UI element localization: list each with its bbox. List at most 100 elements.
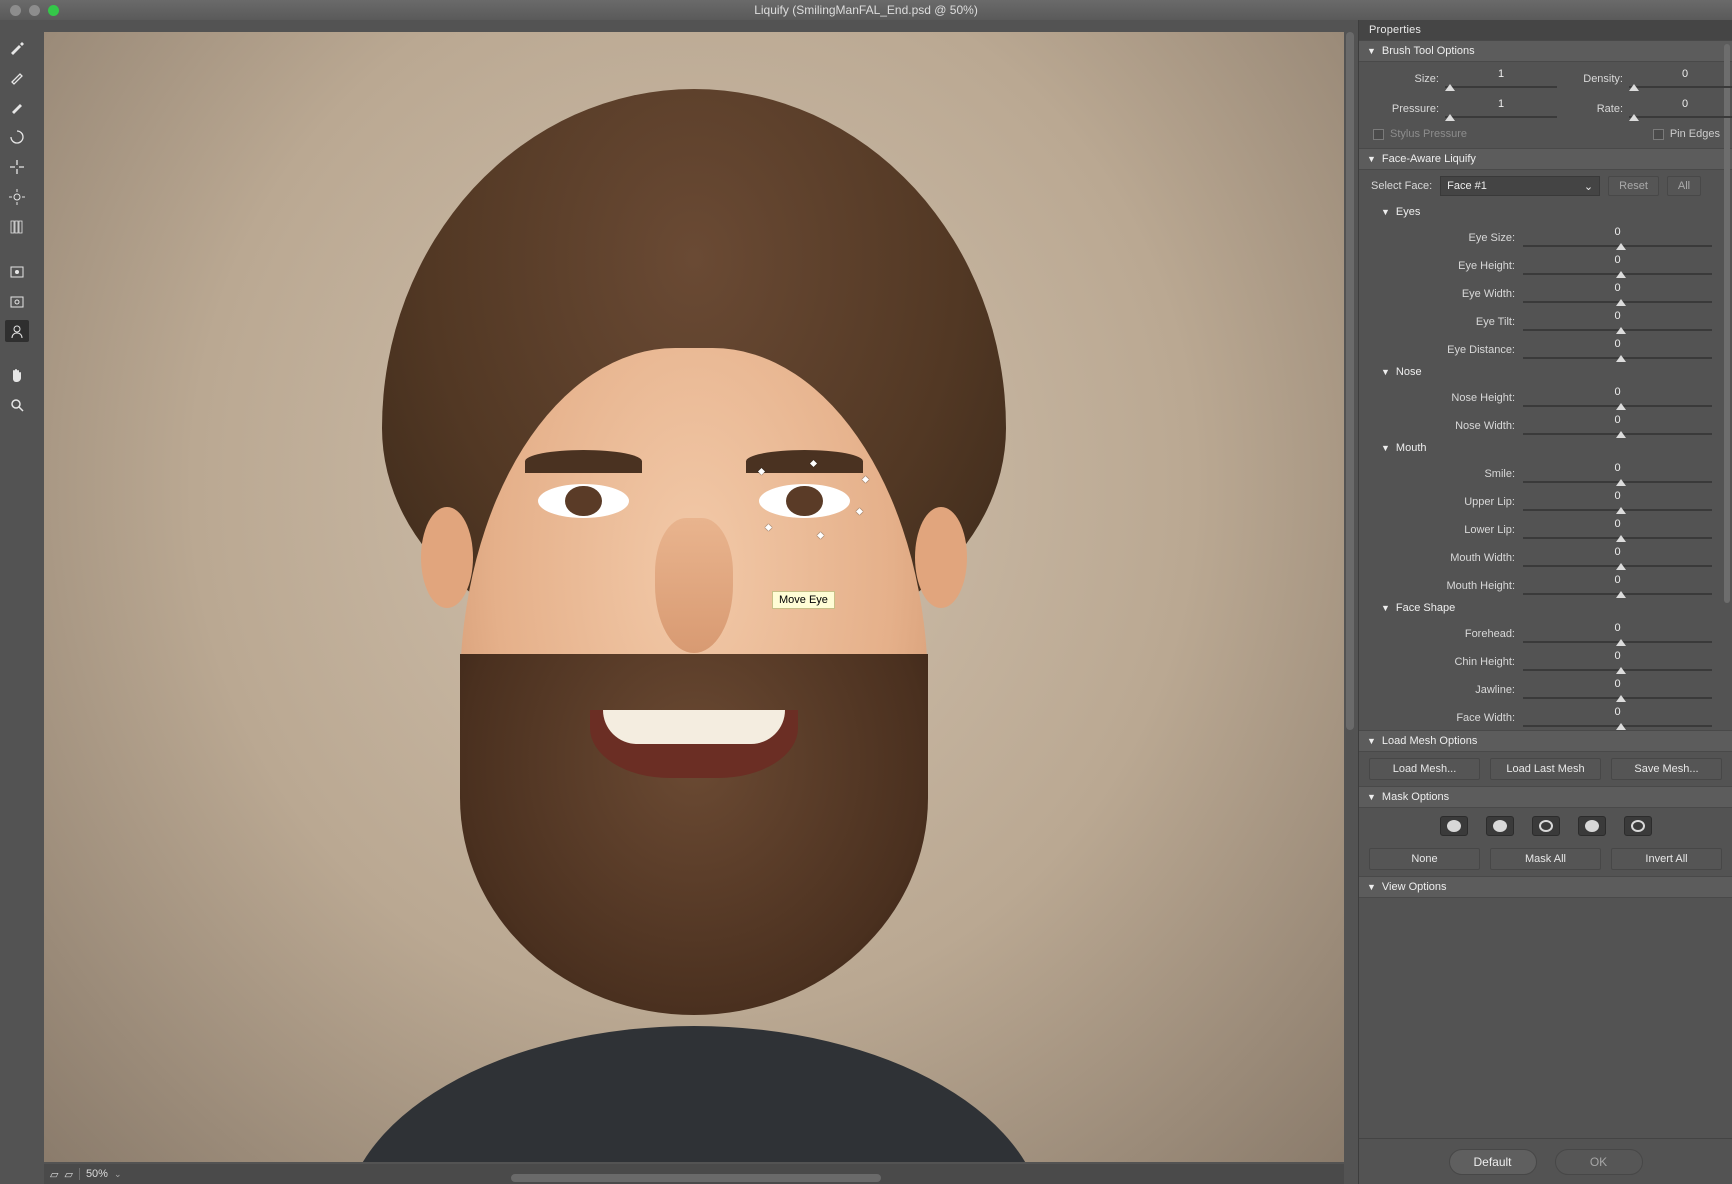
mask-invert-all-button[interactable]: Invert All: [1611, 848, 1722, 870]
reset-button[interactable]: Reset: [1608, 176, 1659, 196]
section-mask-options[interactable]: ▼Mask Options: [1359, 786, 1732, 808]
mouth-slider[interactable]: 0: [1523, 518, 1718, 542]
section-view-options[interactable]: ▼View Options: [1359, 876, 1732, 898]
zoom-dropdown-icon[interactable]: ⌄: [114, 1169, 122, 1180]
density-slider[interactable]: 0: [1629, 68, 1732, 90]
select-face-dropdown[interactable]: Face #1⌄: [1440, 176, 1600, 196]
shape-slider[interactable]: 0: [1523, 706, 1718, 730]
section-face-aware[interactable]: ▼Face-Aware Liquify: [1359, 148, 1732, 170]
reconstruct-tool[interactable]: [5, 66, 29, 88]
eye-row: Eye Width:0: [1359, 278, 1732, 306]
zoom-level[interactable]: 50%: [86, 1168, 108, 1180]
load-mesh-button[interactable]: Load Mesh...: [1369, 758, 1480, 780]
mouth-slider[interactable]: 0: [1523, 546, 1718, 570]
nose-label: Nose Width:: [1359, 420, 1523, 432]
pressure-slider[interactable]: 1: [1445, 98, 1557, 120]
shape-label: Jawline:: [1359, 684, 1523, 696]
window-minimize-button[interactable]: [29, 5, 40, 16]
all-button[interactable]: All: [1667, 176, 1701, 196]
nose-label: Nose Height:: [1359, 392, 1523, 404]
bloat-tool[interactable]: [5, 186, 29, 208]
twirl-tool[interactable]: [5, 126, 29, 148]
face-eye-handles[interactable]: [746, 461, 876, 540]
section-brush-tool[interactable]: ▼Brush Tool Options: [1359, 40, 1732, 62]
mouth-label: Mouth Height:: [1359, 580, 1523, 592]
smooth-tool[interactable]: [5, 96, 29, 118]
image-canvas[interactable]: Move Eye: [44, 32, 1344, 1162]
mask-none-button[interactable]: None: [1369, 848, 1480, 870]
eye-label: Eye Height:: [1359, 260, 1523, 272]
shape-label: Chin Height:: [1359, 656, 1523, 668]
canvas-scrollbar-vertical[interactable]: [1346, 32, 1354, 730]
nose-slider[interactable]: 0: [1523, 386, 1718, 410]
panel-footer: Default OK: [1359, 1138, 1732, 1184]
window-close-button[interactable]: [10, 5, 21, 16]
eye-label: Eye Size:: [1359, 232, 1523, 244]
rate-label: Rate:: [1557, 103, 1629, 115]
fit-icon-1[interactable]: ▱: [50, 1168, 58, 1181]
push-left-tool[interactable]: [5, 216, 29, 238]
mouth-row: Smile:0: [1359, 458, 1732, 486]
mouth-label: Mouth Width:: [1359, 552, 1523, 564]
shape-label: Forehead:: [1359, 628, 1523, 640]
section-load-mesh[interactable]: ▼Load Mesh Options: [1359, 730, 1732, 752]
eye-slider[interactable]: 0: [1523, 310, 1718, 334]
zoom-tool[interactable]: [5, 394, 29, 416]
shape-slider[interactable]: 0: [1523, 650, 1718, 674]
hand-tool[interactable]: [5, 364, 29, 386]
mask-all-button[interactable]: Mask All: [1490, 848, 1601, 870]
ok-button[interactable]: OK: [1555, 1149, 1643, 1175]
eye-row: Eye Tilt:0: [1359, 306, 1732, 334]
eye-slider[interactable]: 0: [1523, 226, 1718, 250]
subsection-face-shape[interactable]: ▼Face Shape: [1359, 598, 1732, 618]
mask-intersect-icon[interactable]: [1578, 816, 1606, 836]
save-mesh-button[interactable]: Save Mesh...: [1611, 758, 1722, 780]
panel-scrollbar[interactable]: [1724, 44, 1730, 603]
rate-slider[interactable]: 0: [1629, 98, 1732, 120]
canvas-scrollbar-horizontal[interactable]: [511, 1174, 882, 1182]
fit-icon-2[interactable]: ▱: [64, 1168, 72, 1181]
properties-panel: Properties ▼Brush Tool Options Size: 1 D…: [1358, 20, 1732, 1184]
mask-invert-icon[interactable]: [1624, 816, 1652, 836]
load-last-mesh-button[interactable]: Load Last Mesh: [1490, 758, 1601, 780]
titlebar: Liquify (SmilingManFAL_End.psd @ 50%): [0, 0, 1732, 20]
window-maximize-button[interactable]: [48, 5, 59, 16]
mouth-row: Mouth Height:0: [1359, 570, 1732, 598]
mask-replace-icon[interactable]: [1440, 816, 1468, 836]
pin-edges-checkbox[interactable]: Pin Edges: [1653, 128, 1720, 140]
mouth-slider[interactable]: 0: [1523, 490, 1718, 514]
pressure-label: Pressure:: [1373, 103, 1445, 115]
subsection-eyes[interactable]: ▼Eyes: [1359, 202, 1732, 222]
density-label: Density:: [1557, 73, 1629, 85]
shape-slider[interactable]: 0: [1523, 622, 1718, 646]
mouth-slider[interactable]: 0: [1523, 462, 1718, 486]
shape-row: Face Width:0: [1359, 702, 1732, 730]
eye-slider[interactable]: 0: [1523, 254, 1718, 278]
mask-subtract-icon[interactable]: [1532, 816, 1560, 836]
select-face-label: Select Face:: [1371, 180, 1432, 192]
eye-slider[interactable]: 0: [1523, 338, 1718, 362]
size-slider[interactable]: 1: [1445, 68, 1557, 90]
eye-row: Eye Size:0: [1359, 222, 1732, 250]
mask-add-icon[interactable]: [1486, 816, 1514, 836]
shape-row: Chin Height:0: [1359, 646, 1732, 674]
eye-slider[interactable]: 0: [1523, 282, 1718, 306]
shape-slider[interactable]: 0: [1523, 678, 1718, 702]
nose-slider[interactable]: 0: [1523, 414, 1718, 438]
default-button[interactable]: Default: [1449, 1149, 1537, 1175]
pucker-tool[interactable]: [5, 156, 29, 178]
forward-warp-tool[interactable]: [5, 36, 29, 58]
mouth-row: Upper Lip:0: [1359, 486, 1732, 514]
mouth-slider[interactable]: 0: [1523, 574, 1718, 598]
nose-row: Nose Height:0: [1359, 382, 1732, 410]
section-face-label: Face-Aware Liquify: [1382, 153, 1476, 165]
freeze-mask-tool[interactable]: [5, 260, 29, 282]
mouth-row: Lower Lip:0: [1359, 514, 1732, 542]
subsection-nose[interactable]: ▼Nose: [1359, 362, 1732, 382]
face-tool[interactable]: [5, 320, 29, 342]
eye-label: Eye Distance:: [1359, 344, 1523, 356]
subsection-mouth[interactable]: ▼Mouth: [1359, 438, 1732, 458]
thaw-mask-tool[interactable]: [5, 290, 29, 312]
canvas-area: Move Eye ▱ ▱ 50% ⌄: [34, 20, 1358, 1184]
mouth-label: Smile:: [1359, 468, 1523, 480]
